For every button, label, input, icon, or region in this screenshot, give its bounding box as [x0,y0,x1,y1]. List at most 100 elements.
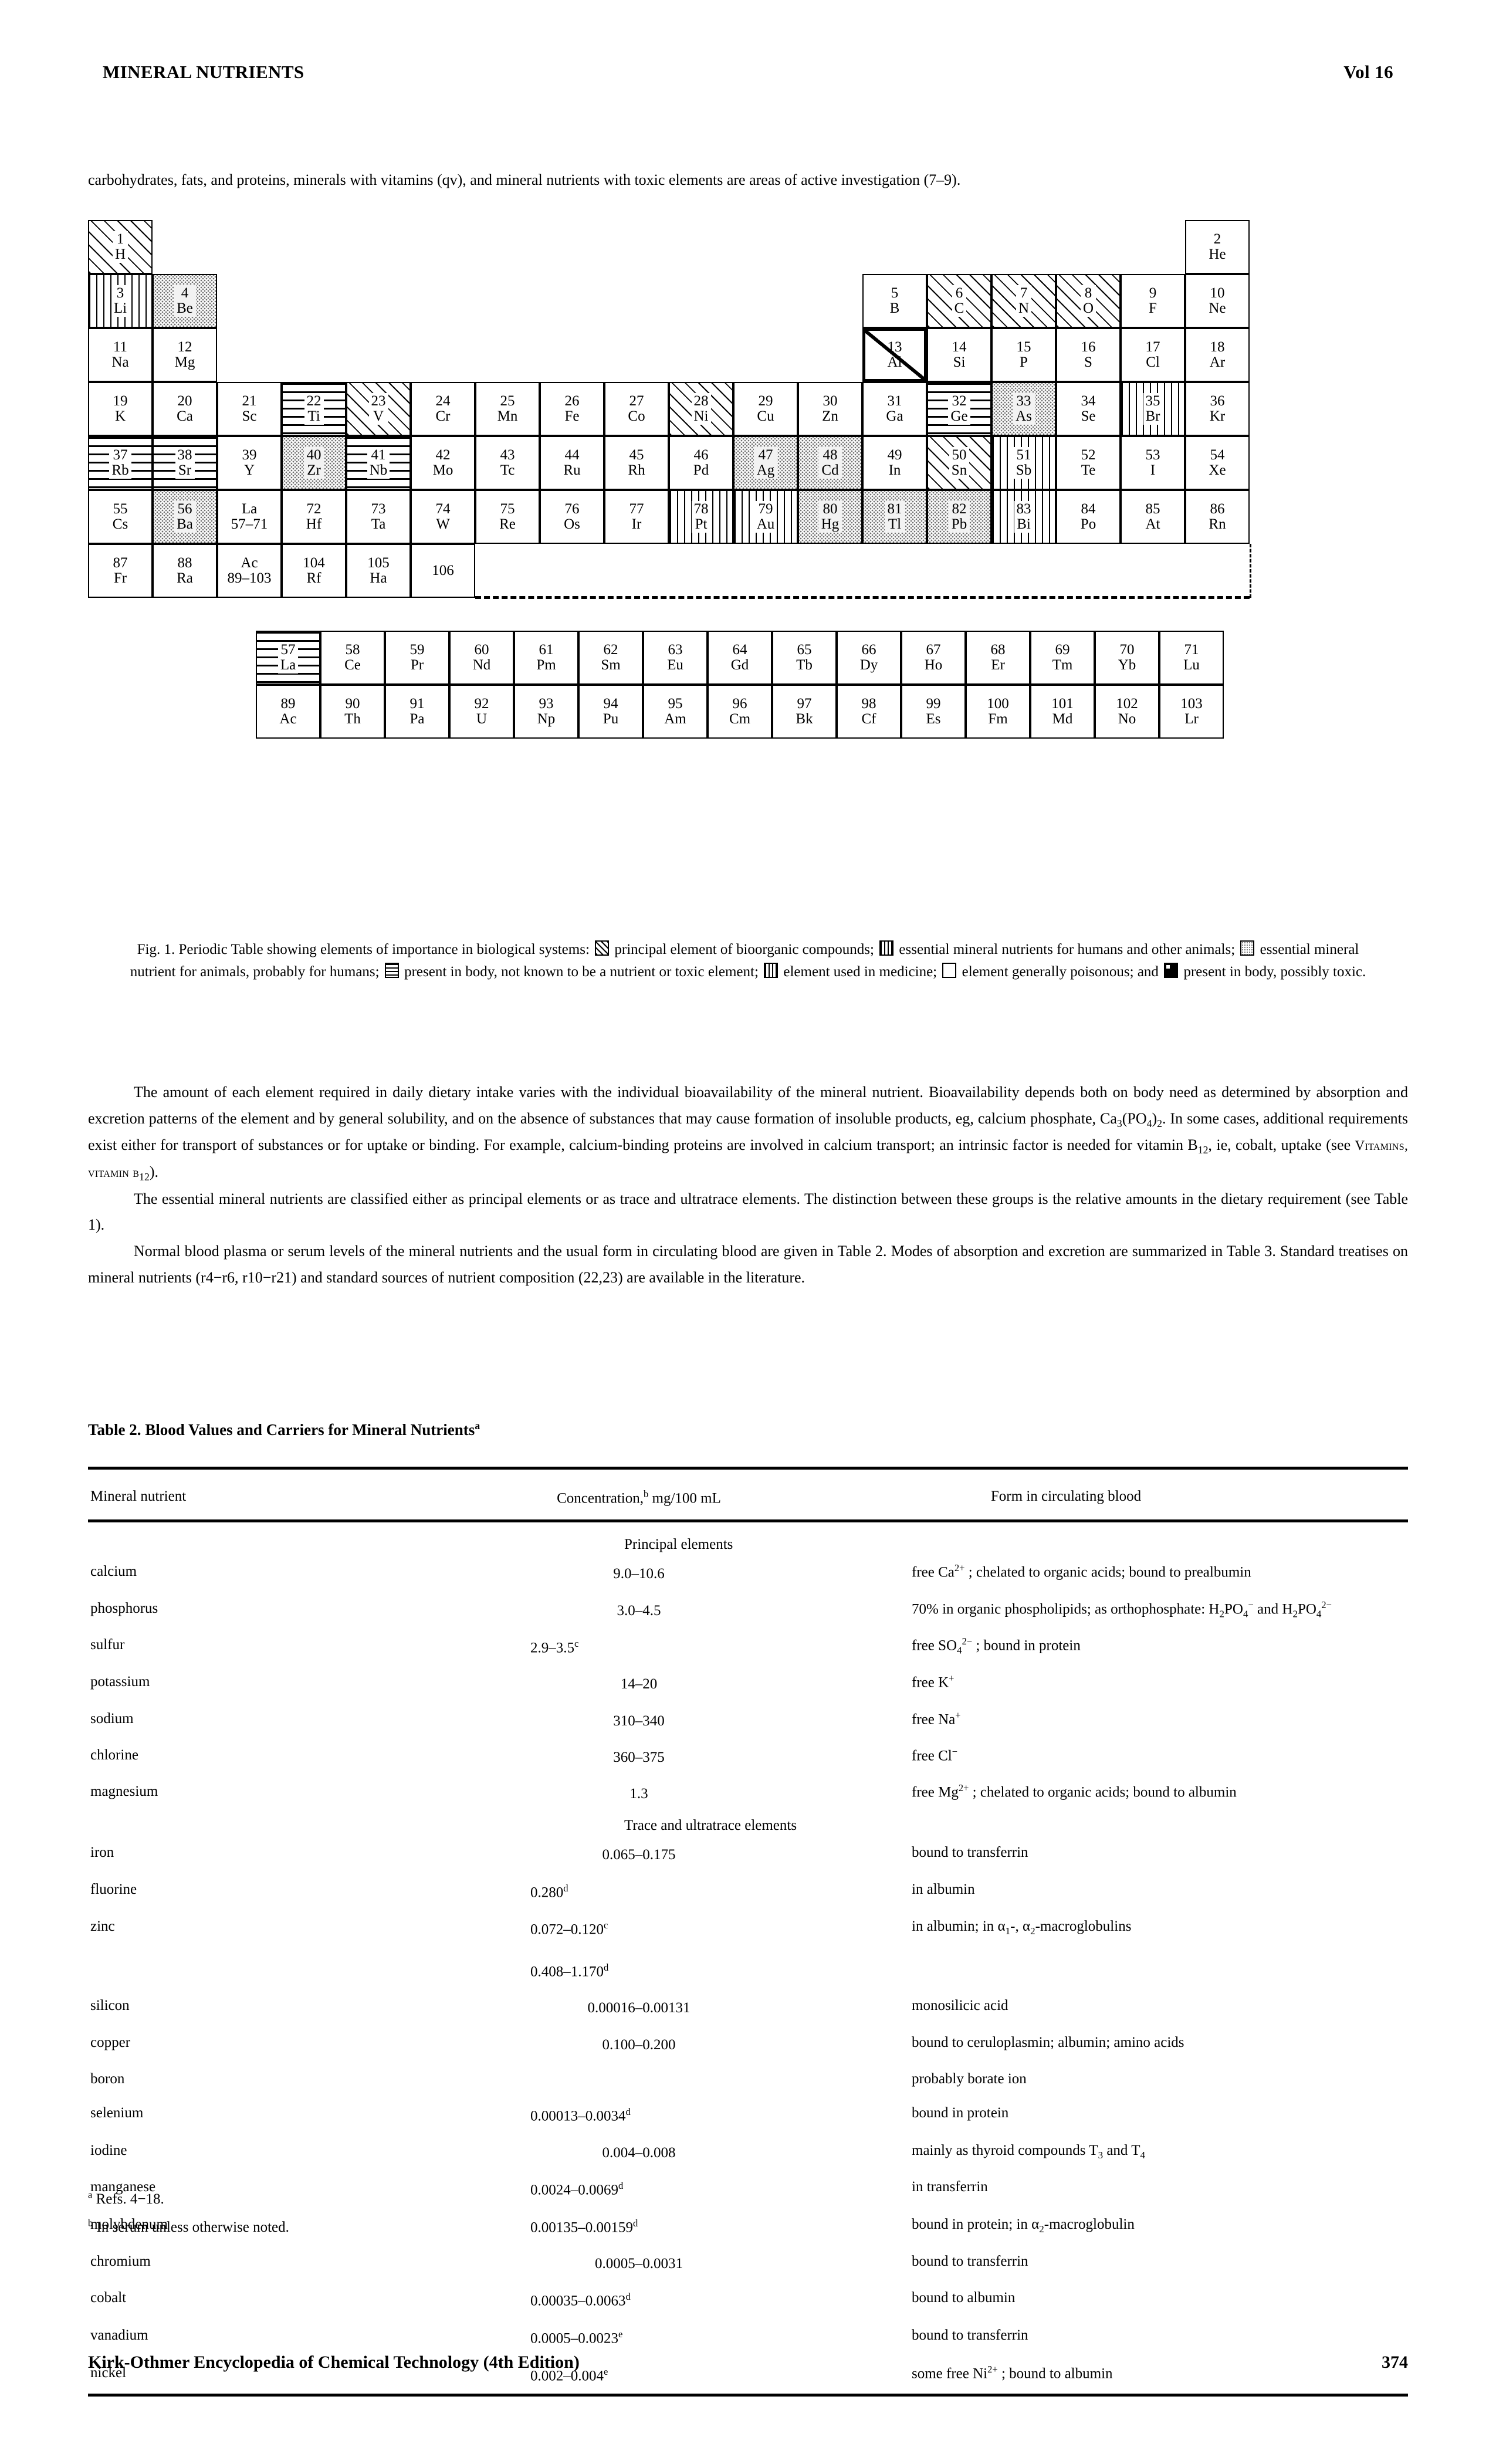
element-symbol: Ac [279,711,297,727]
table-row: magnesium 1.3 free Mg2+ ; chelated to orga… [88,1775,1408,1812]
element-cell-label: 54 Xe [1207,448,1227,478]
cell-form-in-blood: free Na+ [912,1709,961,1727]
table-row: copper 0.100–0.200 bound to ceruloplasmin;… [88,2026,1408,2063]
element-cell-W: 74 W [411,490,475,544]
element-atomic-number: 31 [887,393,902,409]
element-cell-He: 2 He [1185,220,1250,274]
lanthanide-cell-Gd: 64 Gd [708,631,772,685]
element-cell-label: 79 Au [754,501,777,533]
element-atomic-number: 48 [823,447,838,463]
element-symbol: Ru [563,462,581,478]
element-symbol: I [1150,462,1156,478]
element-symbol: Np [537,711,556,727]
element-atomic-number: 78 [693,501,709,517]
element-symbol: He [1209,246,1226,262]
value-footnote-marker: d [618,2179,624,2191]
element-cell-label: 80 Hg [818,501,842,533]
element-cell-label: 62 Sm [599,642,622,673]
cell-form-in-blood: bound to transferrin [912,2327,1028,2343]
element-cell-Mn: 25 Mn [475,382,540,436]
element-cell-label: 26 Fe [563,394,581,424]
element-cell-H: 1H [88,220,153,274]
element-atomic-number: 85 [1145,501,1160,517]
actinide-cell-Np: 93 Np [514,685,578,739]
table-row: potassium 14–20 free K+ [88,1666,1408,1702]
element-cell-label: 88 Ra [175,556,195,586]
element-cell-label: 94 Pu [601,696,620,727]
element-cell-Cd: 48 Cd [798,436,862,490]
element-cell-O: 8O [1056,274,1121,328]
element-symbol: W [436,516,450,532]
element-symbol: Sb [1016,462,1032,478]
element-cell-label: 75 Re [497,502,517,532]
element-cell-Fe: 26 Fe [540,382,604,436]
element-symbol: Cl [1146,354,1160,370]
value-footnote-marker: d [633,2217,638,2229]
cell-mineral-nutrient: vanadium [90,2327,148,2343]
element-cell-label: 77 Ir [628,502,646,532]
cell-mineral-nutrient: selenium [90,2105,144,2121]
element-cell-Se: 34 Se [1056,382,1121,436]
periodic-table-figure: 1 H 2 He 3 Li 4 Be 5 B 6 C 7 N 8 O 9 F 10 Ne 11 Na 12 Mg 13 Al 14 S… [88,220,1408,912]
element-symbol: Th [344,711,361,727]
element-symbol: Kr [1209,408,1226,424]
cell-form-in-blood: 70% in organic phospholipids; as orthoph… [912,1599,1332,1619]
element-atomic-number: 76 [564,501,580,517]
value-footnote-marker: c [574,1637,579,1649]
element-cell-Po: 84 Po [1056,490,1121,544]
cell-concentration: 1.3 [629,1786,648,1802]
element-cell-label: 19 K [111,394,130,424]
element-symbol: Pb [951,516,967,532]
cell-mineral-nutrient: magnesium [90,1783,158,1800]
element-cell-label: 95 Am [662,696,688,727]
lanthanide-cell-Nd: 60 Nd [449,631,514,685]
element-atomic-number: 61 [539,642,554,658]
element-atomic-number: 54 [1210,447,1225,463]
value-footnote-marker: d [563,1882,568,1894]
element-cell-Be: 4 Be [153,274,217,328]
element-symbol: N [1018,300,1030,316]
cell-mineral-nutrient: chromium [90,2253,151,2270]
element-atomic-number: 57 [280,642,296,658]
element-symbol: Ba [177,516,193,532]
figcap-part7: element generally poisonous; and [962,963,1159,980]
table-header-rule [88,1519,1408,1531]
element-symbol: No [1118,711,1136,727]
element-cell-label: 98 Cf [860,696,878,727]
element-cell-label: 23 V [368,393,388,425]
element-symbol: Ti [307,408,320,424]
actinide-cell-Lr: 103 Lr [1159,685,1224,739]
element-atomic-number: 70 [1119,642,1135,658]
element-cell-label: 38 Sr [175,447,195,479]
figcap-part8: present in body, possibly toxic. [1183,963,1366,980]
element-atomic-number: 41 [371,447,386,463]
element-cell-label: 102 No [1114,696,1140,727]
element-symbol: Tl [888,516,902,532]
table2-title-text: Table 2. Blood Values and Carriers for M… [88,1421,475,1439]
element-cell-label: 67 Ho [923,642,945,673]
element-atomic-number: 92 [474,696,489,712]
table-row: chlorine 360–375 free Cl− [88,1739,1408,1775]
element-cell-label: 48 Cd [818,447,842,479]
lanthanide-cell-Pm: 61 Pm [514,631,578,685]
element-symbol: Yb [1118,657,1136,673]
actinide-cell-Th: 90 Th [320,685,385,739]
element-atomic-number: 12 [177,339,192,355]
element-symbol: Ce [344,657,361,673]
cell-concentration: 0.004–0.008 [602,2144,676,2161]
element-symbol: Gd [730,657,749,673]
element-atomic-number: 102 [1116,696,1138,712]
cell-mineral-nutrient: zinc [90,1918,115,1935]
element-atomic-number: 3 [116,285,124,301]
element-symbol: Tb [796,657,813,673]
element-cell-label: 70 Yb [1116,642,1138,673]
table2-title: Table 2. Blood Values and Carriers for M… [88,1420,480,1439]
element-cell-label: 11 Na [110,340,130,370]
element-symbol: Dy [859,657,878,673]
cell-form-in-blood: bound to ceruloplasmin; albumin; amino a… [912,2034,1184,2050]
actinide-cell-Ac: 89 Ac [256,685,320,739]
element-atomic-number: 80 [823,501,838,517]
element-symbol: Cm [729,711,751,727]
lanthanide-cell-Dy: 66 Dy [837,631,901,685]
element-cell-label: 99 Es [925,696,943,727]
